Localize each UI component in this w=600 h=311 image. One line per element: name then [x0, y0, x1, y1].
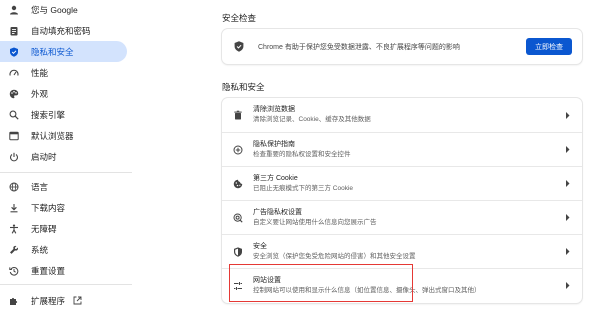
sidebar-item-default-browser[interactable]: 默认浏览器: [0, 125, 127, 146]
person-icon: [9, 5, 19, 15]
sidebar-item-extensions[interactable]: 扩展程序: [0, 290, 127, 311]
sidebar-item-label: 系统: [31, 244, 49, 255]
check-now-button[interactable]: 立即检查: [526, 38, 572, 55]
shield-icon: [9, 47, 19, 57]
sidebar-divider: [0, 172, 132, 173]
settings-sidebar: 您与 Google 自动填充和密码 隐私和安全 性能 外观 搜索引擎 默认浏览器…: [0, 0, 132, 311]
wrench-icon: [9, 245, 19, 255]
sidebar-item-label: 自动填充和密码: [31, 25, 91, 36]
chevron-right-icon: [565, 248, 570, 255]
security-shield-icon: [233, 246, 243, 257]
sidebar-item-accessibility[interactable]: 无障碍: [0, 218, 127, 239]
safety-check-heading: 安全检查: [222, 13, 257, 23]
globe-icon: [9, 182, 19, 192]
row-subtitle: 检查重要的隐私权设置和安全控件: [253, 150, 351, 158]
sidebar-item-label: 外观: [31, 88, 49, 99]
chevron-right-icon: [565, 214, 570, 221]
sidebar-item-reset[interactable]: 重置设置: [0, 260, 127, 281]
sidebar-divider: [0, 284, 132, 285]
sidebar-item-label: 扩展程序: [31, 295, 66, 306]
privacy-section-heading: 隐私和安全: [222, 82, 265, 92]
row-subtitle: 自定义要让网站使用什么信息向您展示广告: [253, 218, 377, 226]
row-title: 安全: [253, 242, 267, 250]
cookie-icon: [233, 179, 243, 189]
browser-icon: [9, 131, 19, 141]
row-title: 第三方 Cookie: [253, 174, 298, 182]
sidebar-item-label: 隐私和安全: [31, 46, 74, 57]
site-settings-highlight-box: [229, 264, 413, 302]
sidebar-item-on-startup[interactable]: 启动时: [0, 146, 127, 167]
power-icon: [9, 152, 19, 162]
ads-privacy-icon: [233, 213, 243, 223]
add-circle-icon: [233, 145, 243, 155]
chevron-right-icon: [565, 180, 570, 187]
safety-check-card: Chrome 有助于保护您免受数据泄露、不良扩展程序等问题的影响 立即检查: [222, 29, 582, 64]
sidebar-item-appearance[interactable]: 外观: [0, 83, 127, 104]
row-subtitle: 清除浏览记录、Cookie、缓存及其他数据: [253, 116, 371, 123]
row-clear-browsing-data[interactable]: 清除浏览数据 清除浏览记录、Cookie、缓存及其他数据: [222, 98, 582, 132]
sidebar-item-you-and-google[interactable]: 您与 Google: [0, 0, 127, 20]
row-title: 隐私保护指南: [253, 140, 295, 148]
safety-check-description: Chrome 有助于保护您免受数据泄露、不良扩展程序等问题的影响: [258, 43, 460, 51]
download-icon: [9, 203, 19, 213]
sidebar-item-label: 您与 Google: [31, 4, 78, 15]
sidebar-item-label: 性能: [31, 67, 49, 78]
history-icon: [9, 266, 19, 276]
sidebar-item-system[interactable]: 系统: [0, 239, 127, 260]
row-subtitle: 安全浏览（保护您免受危险网站的侵害）和其他安全设置: [253, 252, 416, 260]
sidebar-item-privacy[interactable]: 隐私和安全: [0, 41, 127, 62]
sidebar-item-label: 搜索引擎: [31, 109, 66, 120]
sidebar-item-label: 无障碍: [31, 223, 57, 234]
row-third-party-cookies[interactable]: 第三方 Cookie 已阻止无痕模式下的第三方 Cookie: [222, 166, 582, 200]
shield-check-icon: [234, 41, 244, 52]
row-title: 清除浏览数据: [253, 106, 295, 113]
sidebar-item-label: 默认浏览器: [31, 130, 74, 141]
puzzle-icon: [9, 296, 19, 306]
sidebar-item-label: 启动时: [31, 151, 57, 162]
row-ad-privacy[interactable]: 广告隐私权设置 自定义要让网站使用什么信息向您展示广告: [222, 200, 582, 234]
sidebar-item-label: 重置设置: [31, 265, 66, 276]
search-icon: [9, 110, 19, 120]
row-subtitle: 已阻止无痕模式下的第三方 Cookie: [253, 184, 354, 192]
row-security[interactable]: 安全 安全浏览（保护您免受危险网站的侵害）和其他安全设置: [222, 234, 582, 268]
chevron-right-icon: [565, 146, 570, 153]
sidebar-item-performance[interactable]: 性能: [0, 62, 127, 83]
sidebar-item-downloads[interactable]: 下载内容: [0, 197, 127, 218]
open-in-new-icon: [73, 296, 82, 305]
speedometer-icon: [9, 68, 19, 78]
palette-icon: [9, 89, 19, 99]
trash-icon: [233, 110, 243, 120]
sidebar-item-autofill[interactable]: 自动填充和密码: [0, 20, 127, 41]
chevron-right-icon: [565, 111, 570, 119]
row-title: 广告隐私权设置: [253, 208, 302, 216]
sidebar-item-languages[interactable]: 语言: [0, 176, 127, 197]
chevron-right-icon: [565, 282, 570, 289]
sidebar-item-label: 语言: [31, 181, 49, 192]
row-privacy-guide[interactable]: 隐私保护指南 检查重要的隐私权设置和安全控件: [222, 132, 582, 166]
accessibility-icon: [9, 224, 19, 234]
sidebar-item-search-engine[interactable]: 搜索引擎: [0, 104, 127, 125]
sidebar-item-label: 下载内容: [31, 202, 66, 213]
clipboard-icon: [9, 26, 19, 36]
